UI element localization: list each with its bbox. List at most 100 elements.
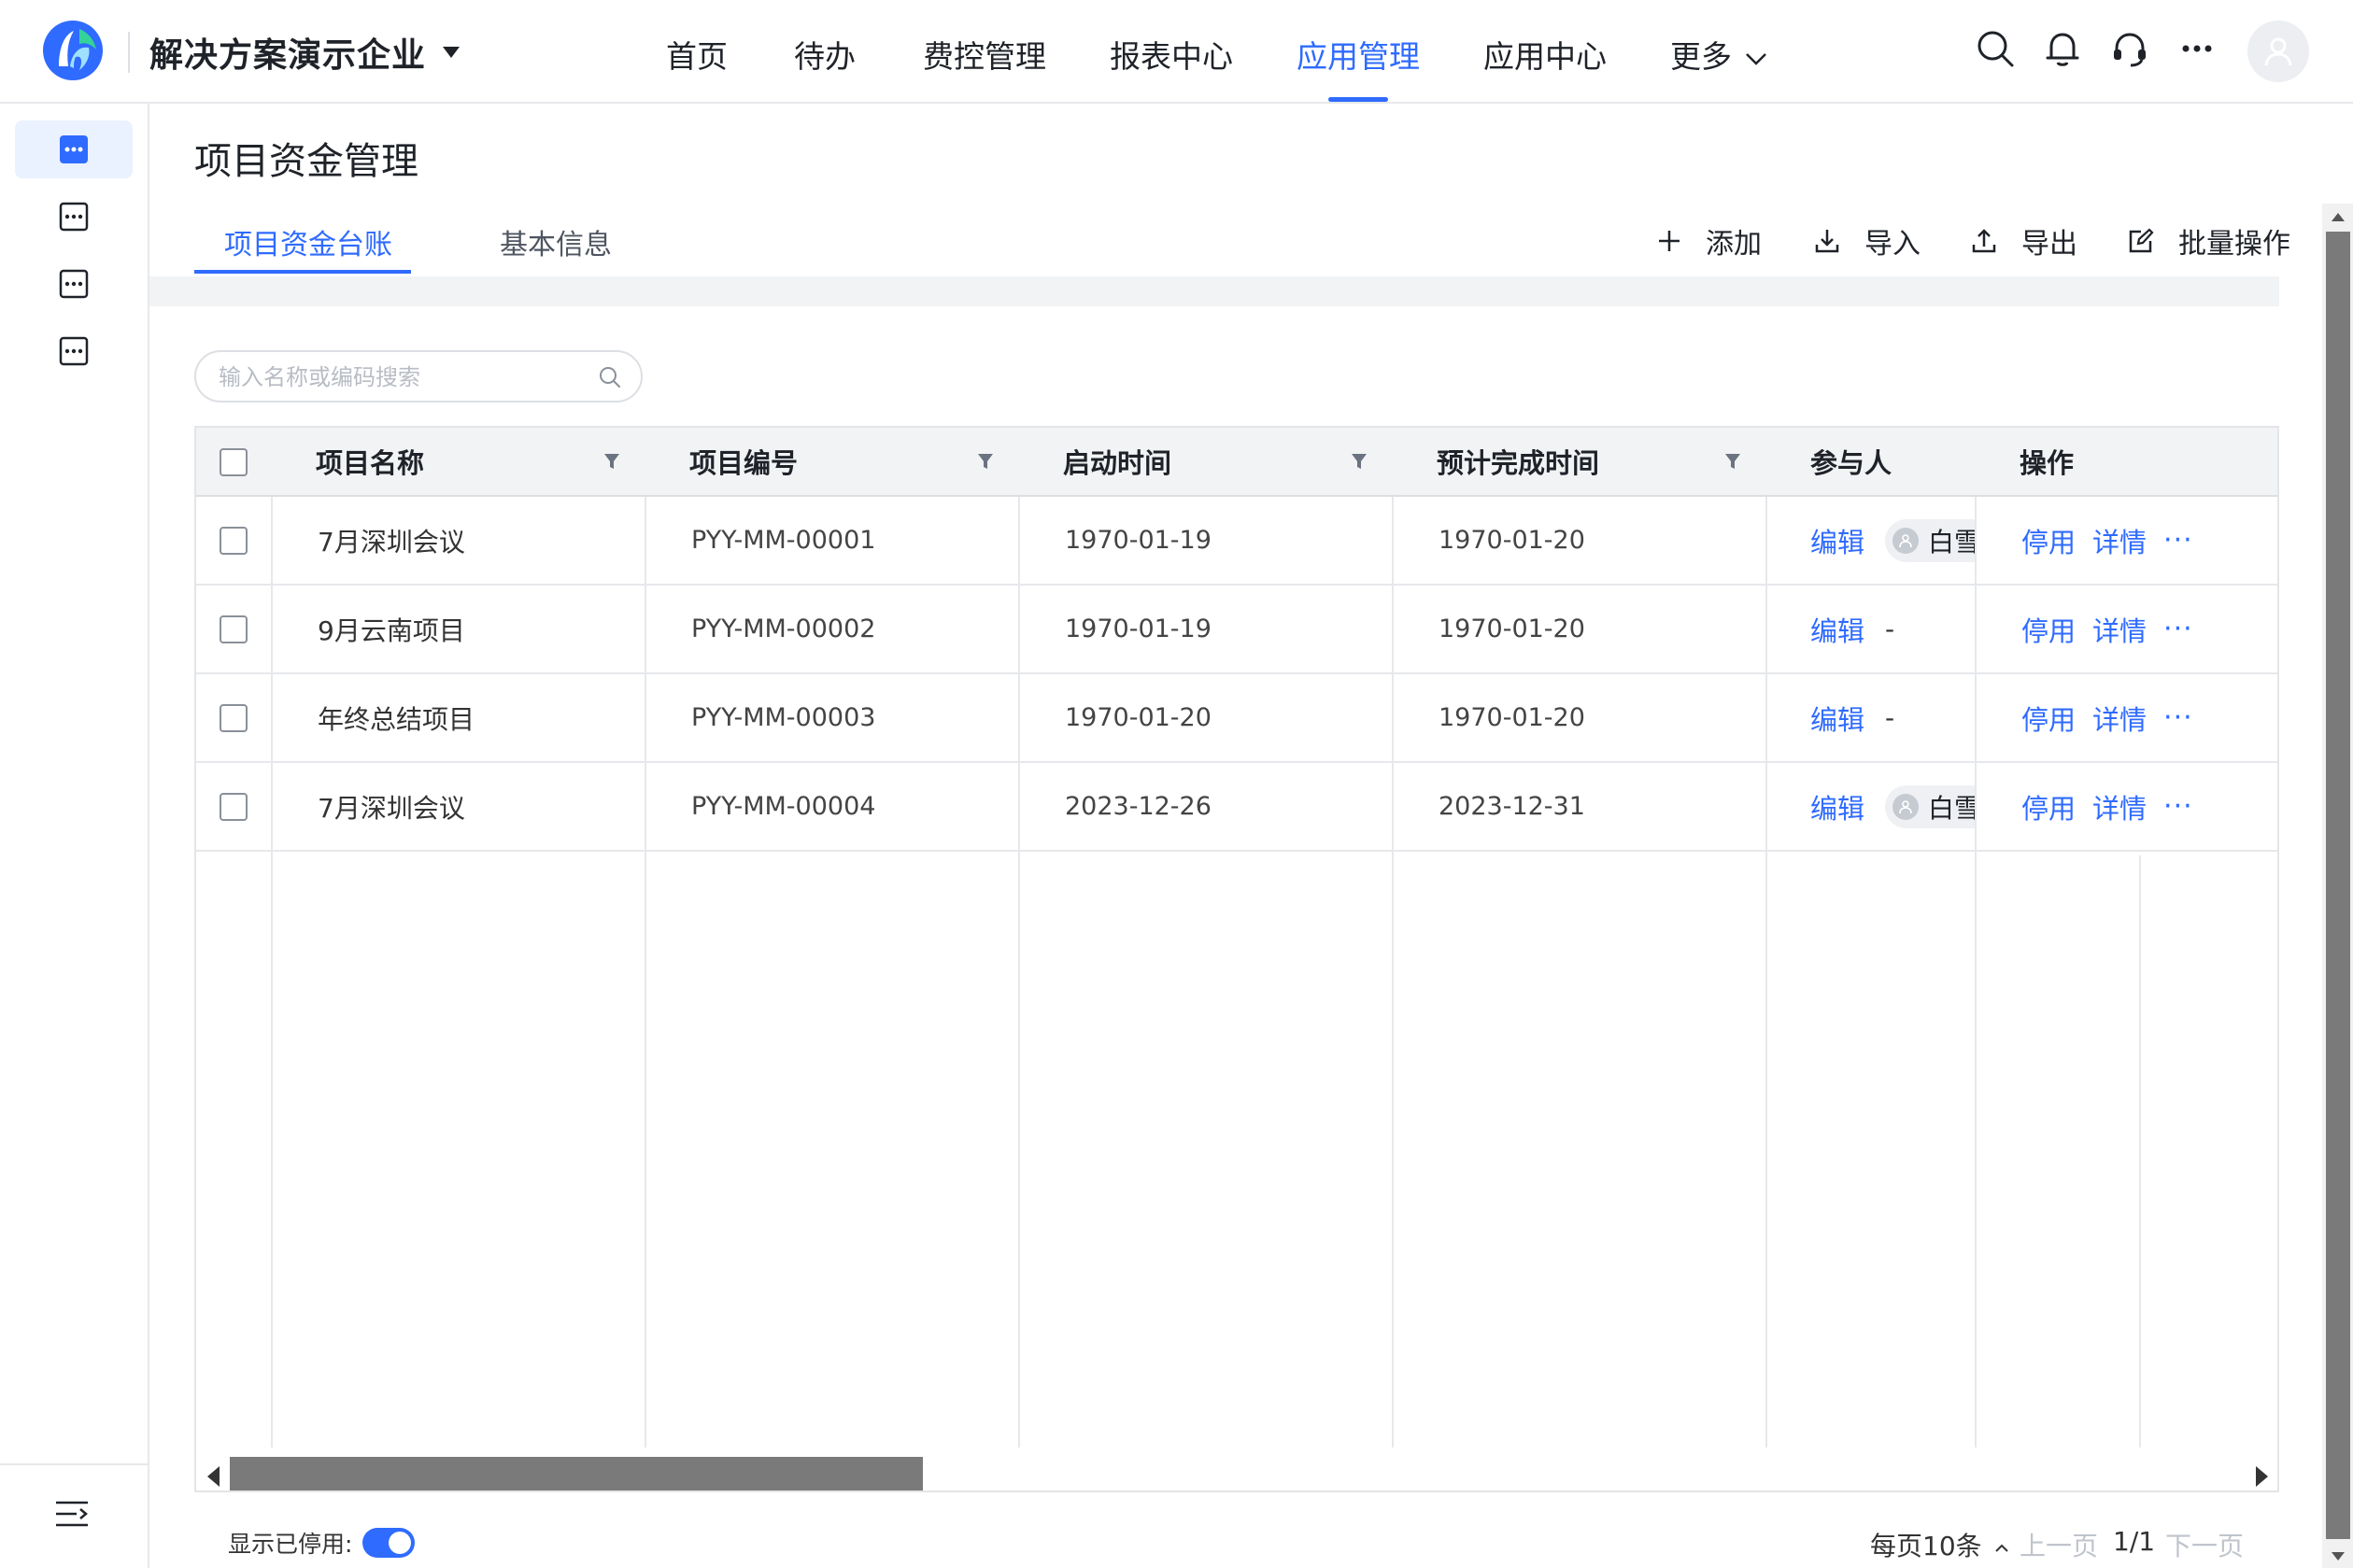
sidebar-item-4[interactable] [15, 322, 133, 380]
download-icon [1815, 230, 1839, 253]
edit-participants-link[interactable]: 编辑 [1810, 699, 1864, 738]
edit-participants-link[interactable]: 编辑 [1810, 787, 1864, 826]
participant-chip[interactable]: 白雪 [1885, 518, 1975, 562]
cell-participants: 编辑 白雪 [1765, 763, 1975, 850]
column-header-name-label: 项目名称 [316, 447, 425, 479]
headset-icon[interactable] [2109, 28, 2150, 69]
tab-basic-info[interactable]: 基本信息 [500, 221, 612, 262]
search-icon[interactable] [598, 365, 622, 389]
scroll-left-arrow-icon[interactable] [207, 1466, 220, 1487]
horizontal-scroll-thumb[interactable] [230, 1457, 923, 1490]
user-avatar[interactable] [2247, 21, 2309, 82]
export-button-label: 导出 [2021, 228, 2077, 261]
prev-page-button[interactable]: 上一页 [2020, 1526, 2098, 1563]
nav-item-app-management[interactable]: 应用管理 [1297, 32, 1420, 77]
cell-actions: 停用 详情 ··· [1975, 763, 2277, 850]
detail-link[interactable]: 详情 [2092, 521, 2147, 560]
cell-end-date: 1970-01-20 [1439, 703, 1585, 732]
filter-icon[interactable] [977, 452, 994, 471]
export-button[interactable]: 导出 [1971, 220, 2077, 261]
cell-project-code: PYY-MM-00004 [691, 792, 876, 821]
edit-participants-link[interactable]: 编辑 [1810, 521, 1864, 560]
participant-name: 白雪 [1928, 792, 1975, 824]
nav-item-home[interactable]: 首页 [666, 32, 728, 77]
scroll-right-arrow-icon[interactable] [2256, 1466, 2268, 1487]
table-row[interactable]: 9月云南项目 PYY-MM-00002 1970-01-19 1970-01-2… [196, 586, 2277, 674]
more-actions-icon[interactable]: ··· [2163, 524, 2193, 557]
more-actions-icon[interactable]: ··· [2163, 613, 2193, 645]
cell-project-name: 7月深圳会议 [318, 792, 465, 824]
bell-icon[interactable] [2042, 28, 2083, 69]
more-actions-icon[interactable]: ··· [2163, 701, 2193, 734]
company-switcher[interactable]: 解决方案演示企业 [149, 28, 461, 77]
row-checkbox[interactable] [220, 793, 248, 821]
cell-participants: 编辑 白雪 [1765, 497, 1975, 584]
participant-chip[interactable]: 白雪 [1885, 784, 1975, 828]
import-button[interactable]: 导入 [1814, 220, 1921, 261]
disable-link[interactable]: 停用 [2021, 610, 2076, 649]
top-bar: 解决方案演示企业 首页 待办 费控管理 报表中心 应用管理 应用中心 更多 [0, 0, 2353, 104]
disable-link[interactable]: 停用 [2021, 787, 2076, 826]
add-button[interactable]: 添加 [1657, 220, 1762, 261]
disable-link[interactable]: 停用 [2021, 521, 2076, 560]
sidebar-item-1[interactable] [15, 120, 133, 178]
collapse-menu-icon[interactable] [54, 1495, 92, 1533]
cell-end-date: 1970-01-20 [1439, 526, 1585, 555]
batch-operation-button[interactable]: 批量操作 [2128, 220, 2290, 261]
table-row[interactable]: 7月深圳会议 PYY-MM-00001 1970-01-19 1970-01-2… [196, 497, 2277, 586]
cell-project-name: 7月深圳会议 [318, 526, 465, 558]
app-icon [59, 336, 89, 366]
detail-link[interactable]: 详情 [2092, 699, 2147, 738]
column-header-name: 项目名称 [271, 428, 645, 495]
tab-project-ledger[interactable]: 项目资金台账 [224, 221, 392, 262]
nav-item-todo[interactable]: 待办 [794, 32, 856, 77]
participant-empty: - [1885, 614, 1895, 644]
vertical-scroll-thumb[interactable] [2326, 232, 2350, 1539]
table-header: 项目名称 项目编号 启动时间 预计完成时间 参与人 操作 [196, 428, 2277, 497]
scroll-down-arrow-icon[interactable] [2332, 1552, 2345, 1561]
column-header-start-label: 启动时间 [1063, 447, 1172, 479]
section-divider-band [149, 276, 2279, 306]
cell-project-name: 9月云南项目 [318, 614, 465, 646]
table-row[interactable]: 年终总结项目 PYY-MM-00003 1970-01-20 1970-01-2… [196, 674, 2277, 763]
cell-start-date: 1970-01-20 [1065, 703, 1212, 732]
detail-link[interactable]: 详情 [2092, 610, 2147, 649]
filter-icon[interactable] [1351, 452, 1368, 471]
app-icon [59, 202, 89, 232]
company-logo-icon[interactable] [42, 20, 104, 81]
edit-icon [2129, 228, 2154, 253]
filter-icon[interactable] [603, 452, 620, 471]
select-all-checkbox[interactable] [220, 448, 248, 476]
more-actions-icon[interactable]: ··· [2163, 790, 2193, 823]
page-title: 项目资金管理 [194, 140, 418, 183]
search-input[interactable] [219, 361, 574, 393]
filter-icon[interactable] [1724, 452, 1741, 471]
edit-participants-link[interactable]: 编辑 [1810, 610, 1864, 649]
cell-actions: 停用 详情 ··· [1975, 586, 2277, 672]
nav-item-app-center[interactable]: 应用中心 [1483, 32, 1607, 77]
page-indicator: 1/1 [2113, 1526, 2156, 1557]
search-icon[interactable] [1975, 28, 2016, 69]
page-size-selector[interactable]: 每页10条 [1870, 1526, 2009, 1563]
sidebar-item-2[interactable] [15, 188, 133, 246]
row-checkbox[interactable] [220, 704, 248, 732]
disable-link[interactable]: 停用 [2021, 699, 2076, 738]
row-checkbox[interactable] [220, 615, 248, 643]
table-row[interactable]: 7月深圳会议 PYY-MM-00004 2023-12-26 2023-12-3… [196, 763, 2277, 852]
nav-item-expense[interactable]: 费控管理 [923, 32, 1046, 77]
next-page-button[interactable]: 下一页 [2165, 1526, 2244, 1563]
detail-link[interactable]: 详情 [2092, 787, 2147, 826]
column-header-actions-label: 操作 [2020, 447, 2075, 479]
row-checkbox[interactable] [220, 527, 248, 555]
more-icon[interactable] [2176, 28, 2218, 69]
sidebar-item-3[interactable] [15, 255, 133, 313]
show-disabled-toggle[interactable] [362, 1528, 415, 1558]
scroll-up-arrow-icon[interactable] [2332, 213, 2345, 221]
nav-item-more[interactable]: 更多 [1670, 32, 1767, 77]
horizontal-scrollbar[interactable] [196, 1448, 2277, 1490]
cell-actions: 停用 详情 ··· [1975, 674, 2277, 761]
nav-item-reports[interactable]: 报表中心 [1110, 32, 1233, 77]
search-box [194, 350, 643, 403]
cell-project-code: PYY-MM-00003 [691, 703, 876, 732]
nav-more-label: 更多 [1670, 38, 1732, 75]
